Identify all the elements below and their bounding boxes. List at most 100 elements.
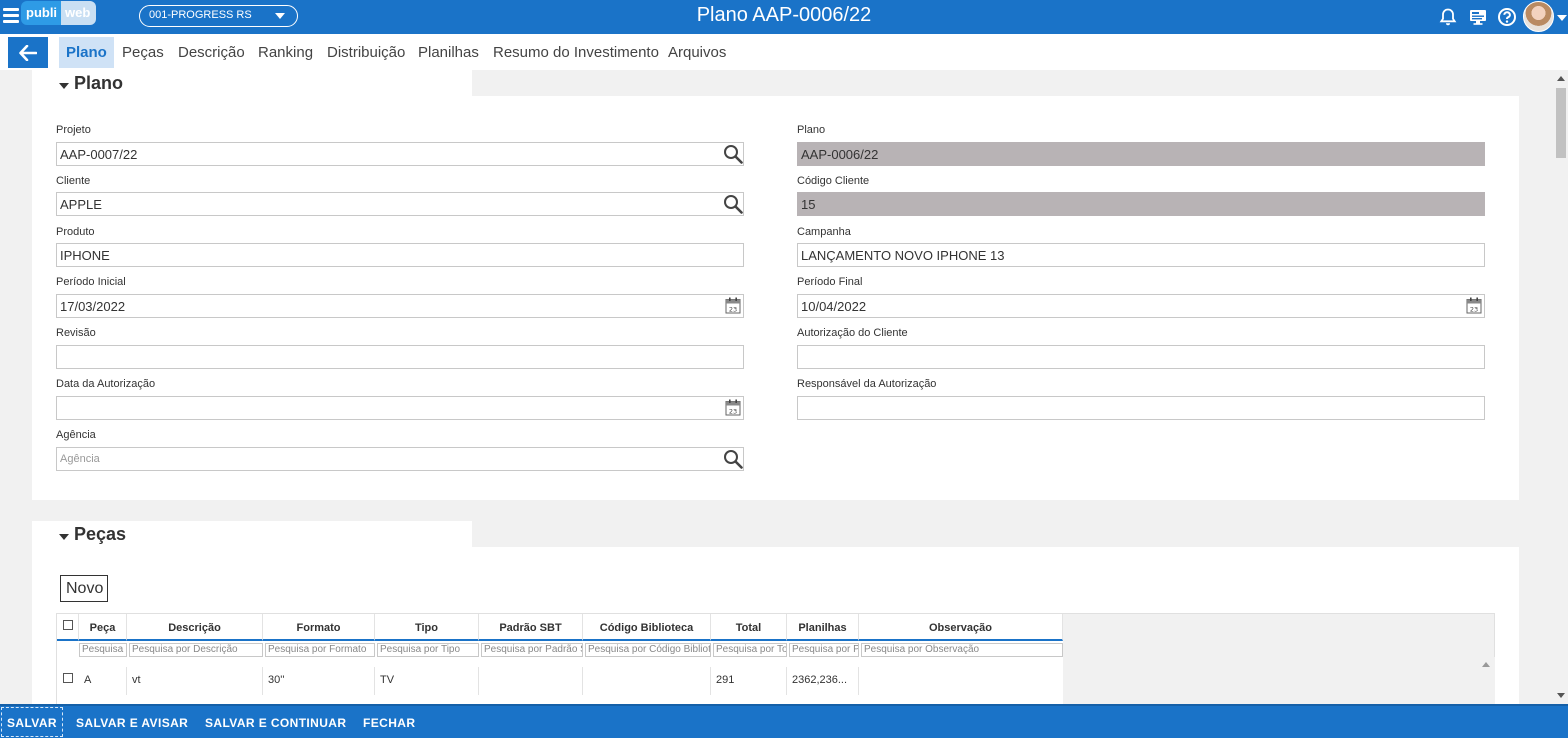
- chevron-down-icon: [275, 13, 285, 19]
- svg-text:23: 23: [1470, 306, 1478, 314]
- back-button[interactable]: [8, 37, 48, 68]
- cell-descricao[interactable]: vt: [127, 667, 263, 695]
- avatar[interactable]: [1523, 1, 1554, 32]
- filter-total[interactable]: Pesquisa por Total: [713, 643, 787, 657]
- salvar-continuar-button[interactable]: SALVAR E CONTINUAR: [205, 706, 346, 738]
- search-icon[interactable]: [723, 144, 743, 164]
- filter-formato[interactable]: Pesquisa por Formato: [265, 643, 375, 657]
- hamburger-icon[interactable]: [3, 8, 19, 24]
- tab-arquivos[interactable]: Arquivos: [661, 37, 733, 68]
- filter-peca[interactable]: Pesquisa por Peça: [79, 643, 127, 657]
- logo-part2: web: [61, 1, 97, 25]
- monitor-icon[interactable]: [1468, 7, 1488, 27]
- tab-planilhas[interactable]: Planilhas: [411, 37, 486, 68]
- filter-planilhas[interactable]: Pesquisa por Planilhas: [789, 643, 859, 657]
- pecas-table: Peça Descrição Formato Tipo Padrão SBT C…: [56, 613, 1495, 704]
- col-header-observacao[interactable]: Observação: [859, 614, 1063, 641]
- cell-padrao-sbt[interactable]: [479, 667, 583, 695]
- chevron-down-icon[interactable]: [1557, 15, 1567, 21]
- col-header-formato[interactable]: Formato: [263, 614, 375, 641]
- cell-tipo[interactable]: TV: [375, 667, 479, 695]
- novo-button[interactable]: Novo: [60, 575, 108, 602]
- col-header-total[interactable]: Total: [711, 614, 787, 641]
- responsavel-autorizacao-field[interactable]: [797, 396, 1485, 420]
- produto-field[interactable]: IPHONE: [56, 243, 744, 267]
- projeto-label: Projeto: [56, 124, 91, 136]
- periodo-final-field[interactable]: 10/04/2022 23: [797, 294, 1485, 318]
- cliente-field[interactable]: APPLE: [56, 192, 744, 216]
- table-scrollbar[interactable]: [1478, 657, 1495, 704]
- col-header-codigo-biblioteca[interactable]: Código Biblioteca: [583, 614, 711, 641]
- tab-distribuicao[interactable]: Distribuição: [320, 37, 412, 68]
- autorizacao-cliente-label: Autorização do Cliente: [797, 327, 908, 339]
- search-icon[interactable]: [723, 194, 743, 214]
- projeto-field[interactable]: AAP-0007/22: [56, 142, 744, 166]
- pecas-section-header[interactable]: Peças: [32, 521, 472, 548]
- filter-padrao-sbt[interactable]: Pesquisa por Padrão SBT: [481, 643, 583, 657]
- periodo-final-label: Período Final: [797, 276, 863, 288]
- scroll-down-icon[interactable]: [1557, 693, 1565, 698]
- filter-codigo-biblioteca[interactable]: Pesquisa por Código Biblioteca: [585, 643, 711, 657]
- campanha-field[interactable]: LANÇAMENTO NOVO IPHONE 13: [797, 243, 1485, 267]
- page-scrollbar[interactable]: [1554, 70, 1568, 704]
- campanha-value: LANÇAMENTO NOVO IPHONE 13: [801, 248, 1005, 263]
- select-all-header: [57, 614, 79, 641]
- col-header-planilhas[interactable]: Planilhas: [787, 614, 859, 641]
- periodo-inicial-field[interactable]: 17/03/2022 23: [56, 294, 744, 318]
- cell-total[interactable]: 291: [711, 667, 787, 695]
- svg-text:23: 23: [729, 408, 737, 416]
- tab-plano[interactable]: Plano: [59, 37, 114, 68]
- tab-ranking[interactable]: Ranking: [251, 37, 320, 68]
- autorizacao-cliente-field[interactable]: [797, 345, 1485, 369]
- cliente-value: APPLE: [60, 197, 102, 212]
- top-bar: publi web 001-PROGRESS RS Plano AAP-0006…: [0, 0, 1568, 34]
- filter-observacao[interactable]: Pesquisa por Observação: [861, 643, 1063, 657]
- revisao-field[interactable]: [56, 345, 744, 369]
- scrollbar-thumb[interactable]: [1556, 88, 1566, 158]
- section-title: Peças: [74, 524, 127, 544]
- calendar-icon[interactable]: 23: [725, 297, 741, 314]
- salvar-button[interactable]: SALVAR: [0, 706, 64, 738]
- arrow-left-icon: [19, 44, 37, 61]
- salvar-avisar-button[interactable]: SALVAR E AVISAR: [76, 706, 188, 738]
- select-all-checkbox[interactable]: [63, 620, 73, 630]
- section-title: Plano: [74, 73, 124, 93]
- row-checkbox[interactable]: [63, 673, 73, 683]
- agencia-label: Agência: [56, 429, 96, 441]
- calendar-icon[interactable]: 23: [725, 399, 741, 416]
- col-header-padrao-sbt[interactable]: Padrão SBT: [479, 614, 583, 641]
- col-header-tipo[interactable]: Tipo: [375, 614, 479, 641]
- filter-descricao[interactable]: Pesquisa por Descrição: [129, 643, 263, 657]
- scroll-up-icon[interactable]: [1482, 662, 1490, 667]
- data-autorizacao-field[interactable]: 23: [56, 396, 744, 420]
- help-icon[interactable]: [1497, 7, 1517, 27]
- bell-icon[interactable]: [1438, 7, 1458, 27]
- cell-formato[interactable]: 30'': [263, 667, 375, 695]
- filter-tipo[interactable]: Pesquisa por Tipo: [377, 643, 479, 657]
- data-autorizacao-label: Data da Autorização: [56, 378, 156, 390]
- cell-planilhas[interactable]: 2362,236...: [787, 667, 859, 695]
- plano-section-header[interactable]: Plano: [32, 70, 472, 97]
- col-header-peca[interactable]: Peça: [79, 614, 127, 641]
- bottom-action-bar: SALVAR SALVAR E AVISAR SALVAR E CONTINUA…: [0, 704, 1568, 738]
- periodo-inicial-label: Período Inicial: [56, 276, 126, 288]
- cell-codigo-biblioteca[interactable]: [583, 667, 711, 695]
- cell-peca[interactable]: A: [79, 667, 127, 695]
- tab-pecas[interactable]: Peças: [115, 37, 171, 68]
- tab-descricao[interactable]: Descrição: [171, 37, 252, 68]
- company-select[interactable]: 001-PROGRESS RS: [139, 5, 298, 27]
- collapse-icon: [59, 534, 69, 540]
- cell-observacao[interactable]: [859, 667, 1063, 695]
- periodo-inicial-value: 17/03/2022: [60, 299, 126, 314]
- campanha-label: Campanha: [797, 226, 851, 238]
- col-header-descricao[interactable]: Descrição: [127, 614, 263, 641]
- produto-value: IPHONE: [60, 248, 110, 263]
- scroll-up-icon[interactable]: [1557, 76, 1565, 81]
- calendar-icon[interactable]: 23: [1466, 297, 1482, 314]
- agencia-field[interactable]: Agência: [56, 447, 744, 471]
- search-icon[interactable]: [723, 449, 743, 469]
- codigo-cliente-label: Código Cliente: [797, 175, 870, 187]
- tab-resumo-investimento[interactable]: Resumo do Investimento: [486, 37, 666, 68]
- tabs-bar: Plano Peças Descrição Ranking Distribuiç…: [0, 34, 1568, 70]
- fechar-button[interactable]: FECHAR: [363, 706, 415, 738]
